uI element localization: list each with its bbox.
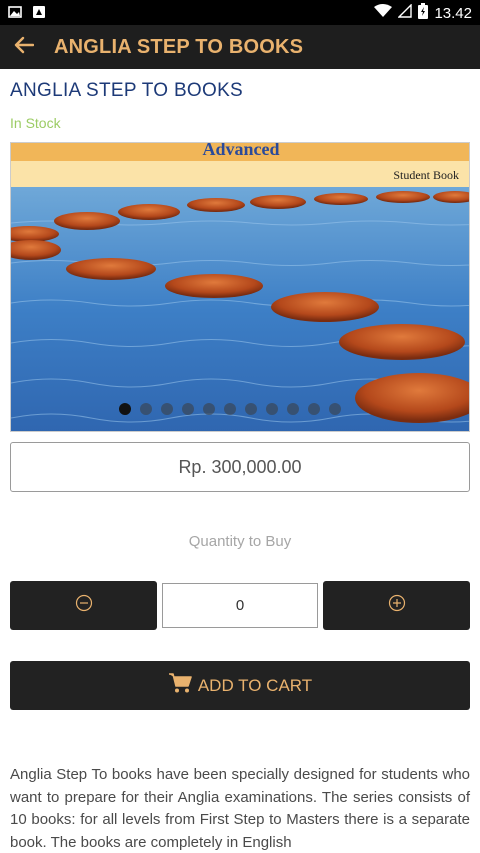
- price-display: Rp. 300,000.00: [10, 442, 470, 492]
- plus-circle-icon: [388, 594, 406, 617]
- cart-icon: [168, 672, 192, 699]
- status-time: 13.42: [434, 4, 472, 22]
- carousel-dot[interactable]: [161, 403, 173, 415]
- product-title: ANGLIA STEP TO BOOKS: [10, 80, 244, 101]
- signal-icon: [397, 3, 413, 22]
- carousel-dot[interactable]: [203, 403, 215, 415]
- carousel-dot[interactable]: [287, 403, 299, 415]
- quantity-input[interactable]: [162, 583, 318, 628]
- product-image-carousel[interactable]: Advanced Student Book: [10, 142, 470, 432]
- carousel-dot[interactable]: [308, 403, 320, 415]
- status-bar: 13.42: [0, 0, 480, 25]
- gallery-icon: [8, 5, 22, 19]
- decrease-quantity-button[interactable]: [10, 581, 157, 630]
- wifi-icon: [374, 4, 393, 22]
- arrow-left-icon: [14, 36, 35, 59]
- app-bar-title: ANGLIA STEP TO BOOKS: [54, 35, 304, 58]
- battery-icon: [418, 3, 429, 23]
- carousel-dot[interactable]: [224, 403, 236, 415]
- product-image: Advanced Student Book: [11, 143, 469, 431]
- back-button[interactable]: [2, 25, 46, 69]
- carousel-dot[interactable]: [245, 403, 257, 415]
- carousel-dot[interactable]: [140, 403, 152, 415]
- carousel-indicator[interactable]: [11, 403, 469, 415]
- minus-circle-icon: [75, 594, 93, 617]
- notification-icon: [32, 5, 46, 19]
- product-description: Anglia Step To books have been specially…: [10, 766, 470, 851]
- increase-quantity-button[interactable]: [323, 581, 470, 630]
- carousel-dot[interactable]: [182, 403, 194, 415]
- stock-status: In Stock: [10, 115, 61, 131]
- add-to-cart-button[interactable]: ADD TO CART: [10, 661, 470, 710]
- carousel-dot[interactable]: [266, 403, 278, 415]
- app-bar: ANGLIA STEP TO BOOKS: [0, 25, 480, 69]
- carousel-dot[interactable]: [119, 403, 131, 415]
- carousel-dot[interactable]: [329, 403, 341, 415]
- image-label: Student Book: [393, 168, 459, 182]
- image-banner-text: Advanced: [202, 143, 279, 159]
- add-to-cart-label: ADD TO CART: [197, 675, 313, 695]
- quantity-label: Quantity to Buy: [188, 533, 292, 550]
